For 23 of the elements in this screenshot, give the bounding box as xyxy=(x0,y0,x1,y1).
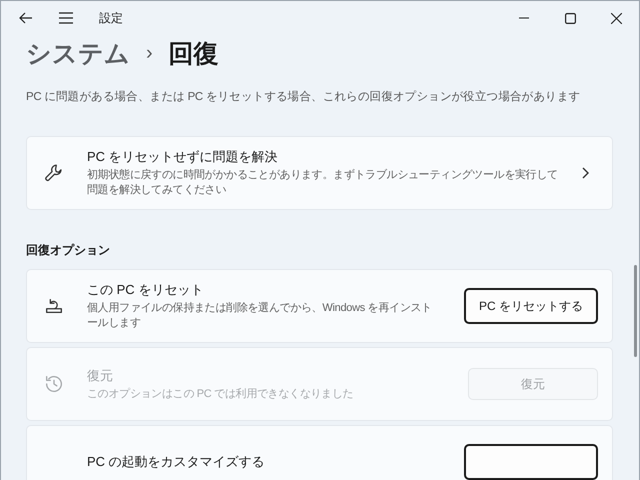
scrollbar[interactable] xyxy=(634,265,637,357)
back-arrow-icon xyxy=(18,10,34,26)
breadcrumb-link[interactable]: システム xyxy=(26,36,130,70)
action-button[interactable] xyxy=(464,444,598,480)
minimize-icon xyxy=(519,17,529,19)
section-heading: 回復オプション xyxy=(26,242,111,259)
history-icon xyxy=(43,373,65,395)
option-description: 初期状態に戻すのに時間がかかることがあります。まずトラブルシューティングツールを実行して問題を解決してみてください xyxy=(87,168,558,198)
option-description: このオプションはこの PC では利用できなくなりました xyxy=(87,386,354,402)
menu-icon xyxy=(58,11,74,25)
option-title: 復元 xyxy=(87,366,114,384)
breadcrumb-separator: › xyxy=(146,42,153,64)
action-button[interactable]: PC をリセットする xyxy=(464,288,598,324)
close-icon xyxy=(610,12,622,24)
maximize-icon xyxy=(564,12,576,24)
option-card[interactable]: PC をリセットせずに問題を解決 初期状態に戻すのに時間がかかることがあります。まずトラブルシューティングツールを実行して問題を解決してみてください xyxy=(26,136,613,210)
option-title: PC をリセットせずに問題を解決 xyxy=(87,148,279,166)
page-description: PC に問題がある場合、または PC をリセットする場合、これらの回復オプションが役立つ場合があります xyxy=(26,89,582,104)
option-description: 個人用ファイルの保持または削除を選んでから、Windows を再インストールします xyxy=(87,301,433,331)
option-title: この PC をリセット xyxy=(87,281,204,299)
window-title: 設定 xyxy=(99,10,123,26)
option-title: PC の起動をカスタマイズする xyxy=(87,453,266,471)
page-title: 回復 xyxy=(168,38,219,70)
